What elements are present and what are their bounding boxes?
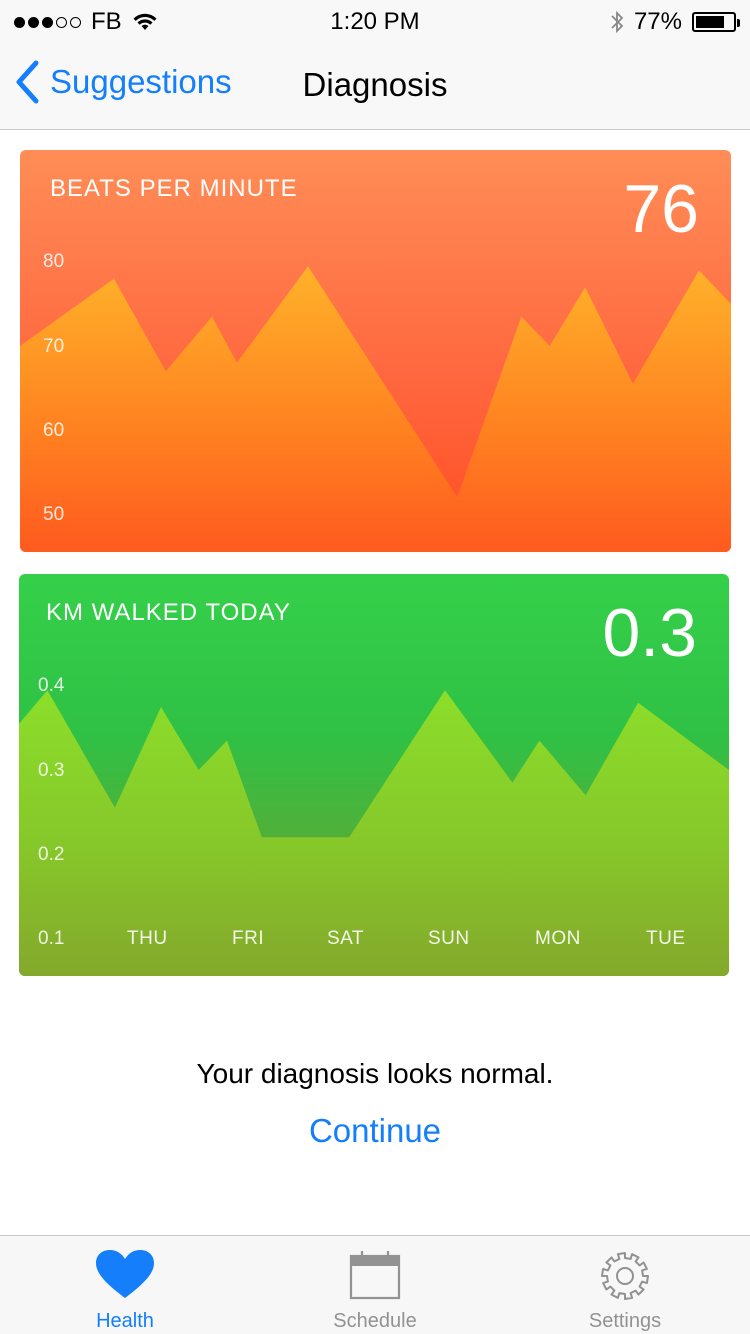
- km-walked-title: KM WALKED TODAY: [46, 599, 291, 626]
- heart-icon: [0, 1250, 250, 1300]
- x-tick-label: THU: [127, 928, 168, 949]
- page-title: Diagnosis: [302, 66, 448, 103]
- status-bar: FB 1:20 PM 77%: [0, 0, 750, 40]
- heart-rate-title: BEATS PER MINUTE: [50, 175, 298, 202]
- heart-rate-value: 76: [623, 171, 699, 247]
- diagnosis-message: Your diagnosis looks normal.: [196, 1058, 554, 1089]
- y-tick-label: 0.4: [38, 675, 65, 696]
- gear-icon: [500, 1250, 750, 1302]
- y-tick-label: 0.2: [38, 844, 65, 865]
- tab-schedule[interactable]: Schedule: [250, 1236, 500, 1334]
- calendar-icon: [250, 1250, 500, 1300]
- tab-schedule-label: Schedule: [333, 1310, 417, 1332]
- y-tick-label: 60: [43, 420, 65, 441]
- tab-health-label: Health: [96, 1310, 154, 1332]
- y-tick-label: 80: [43, 251, 65, 272]
- km-walked-card: KM WALKED TODAY 0.3 0.4 0.3 0.2 0.1 THU …: [19, 574, 729, 976]
- battery-percent: 77%: [633, 8, 682, 35]
- tab-health[interactable]: Health: [0, 1236, 250, 1334]
- area-series: [19, 690, 729, 976]
- x-tick-label: TUE: [646, 928, 686, 949]
- bluetooth-icon: [611, 10, 624, 34]
- tab-settings-label: Settings: [588, 1310, 662, 1332]
- navigation-bar: Suggestions Diagnosis: [0, 40, 750, 130]
- x-tick-label: FRI: [232, 928, 265, 949]
- x-tick-label: SAT: [327, 928, 365, 949]
- status-right: 77%: [610, 8, 740, 36]
- x-tick-label: SUN: [428, 928, 470, 949]
- y-tick-label: 50: [43, 504, 65, 525]
- km-walked-value: 0.3: [602, 595, 697, 671]
- y-tick-label: 70: [43, 336, 65, 357]
- tab-bar: Health Schedule Settings: [0, 1235, 750, 1334]
- y-tick-label: 0.3: [38, 760, 65, 781]
- x-tick-label: MON: [535, 928, 581, 949]
- battery-icon: [692, 12, 740, 32]
- area-series: [20, 266, 731, 552]
- tab-settings[interactable]: Settings: [500, 1236, 750, 1334]
- heart-rate-card: BEATS PER MINUTE 76 80 70 60 50: [20, 150, 731, 552]
- continue-button[interactable]: Continue: [0, 1112, 750, 1150]
- y-tick-label: 0.1: [38, 928, 65, 949]
- battery-fill: [696, 16, 724, 28]
